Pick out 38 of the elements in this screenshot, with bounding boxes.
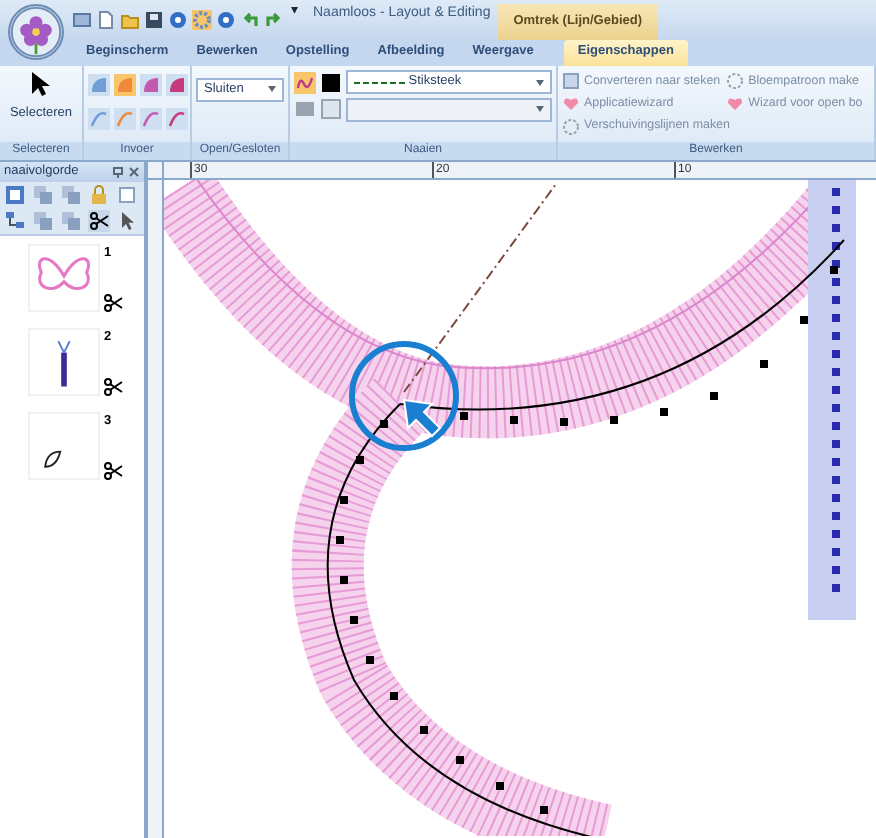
scissors-icon[interactable] [88,210,110,232]
circle-icon[interactable] [216,10,236,30]
undo-icon[interactable] [240,10,260,30]
stitch-type-icon[interactable] [294,71,316,93]
pin-icon[interactable] [112,166,125,178]
caret-icon [536,106,544,113]
drawing-tool-button[interactable] [166,108,188,130]
stitch-thumbnail[interactable] [28,412,100,480]
drawing-tool-button[interactable] [88,74,110,96]
new-file-icon[interactable] [96,10,116,30]
caret-icon [536,79,544,85]
scissors-icon [104,294,124,312]
drawing-tool-button[interactable] [166,74,188,96]
color-swatch-icon[interactable] [319,71,342,93]
highlight-circle [349,341,459,451]
drawing-tool-button[interactable] [114,108,136,130]
circle-icon[interactable] [168,10,188,30]
stitch-thumbnail[interactable] [28,244,100,312]
pointer-arrow-icon [402,398,442,438]
heart-icon [726,94,745,113]
caret-icon [268,86,276,92]
save-icon[interactable] [144,10,164,30]
drawing-tool-button[interactable] [140,74,162,96]
close-icon[interactable] [128,166,140,178]
drawing-tool-button[interactable] [140,108,162,130]
cursor-arrow-icon [29,70,53,98]
dashed-line-icon [353,79,405,85]
scissors-icon [104,462,124,480]
drawing-tool-button[interactable] [88,108,110,130]
color-swatch-icon[interactable] [319,98,342,121]
scissors-icon [104,378,124,396]
heart-icon [562,94,580,113]
app-menu-icon[interactable] [8,4,64,60]
cursor-arrow-icon[interactable] [116,210,138,232]
stitch-thumbnail[interactable] [28,328,100,396]
drawing-tool-button[interactable] [114,74,136,96]
tree-icon[interactable] [4,210,26,232]
redo-icon[interactable] [264,10,284,30]
